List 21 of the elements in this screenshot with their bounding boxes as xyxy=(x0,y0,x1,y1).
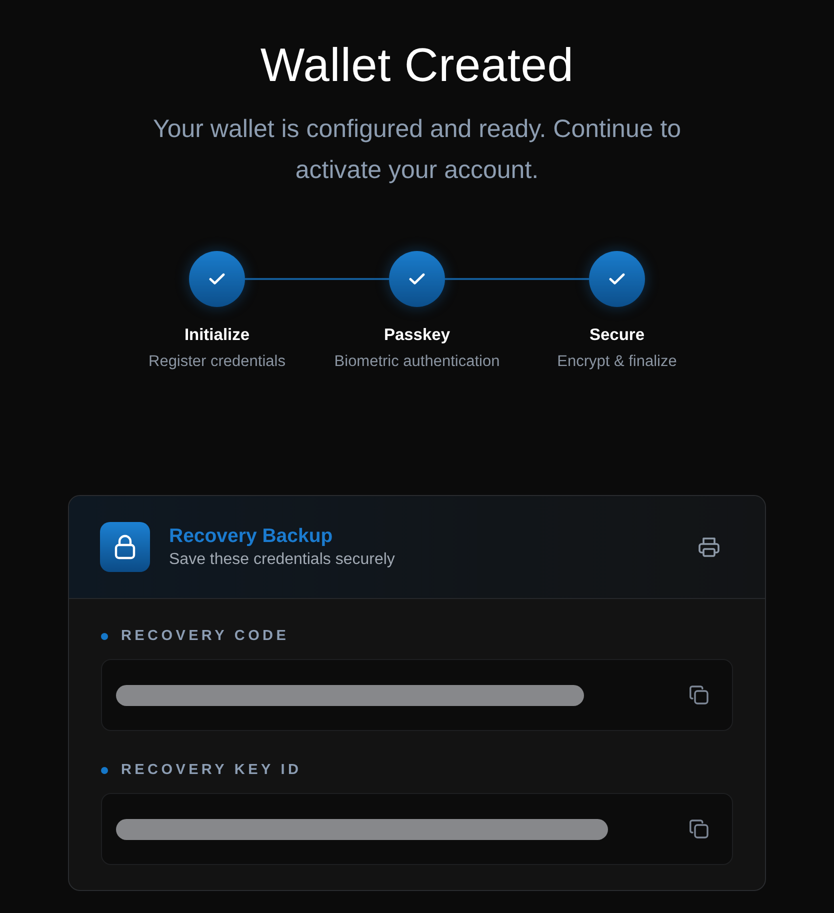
field-label: RECOVERY KEY ID xyxy=(121,762,302,778)
check-icon xyxy=(209,273,225,285)
step-description: Encrypt & finalize xyxy=(557,352,677,371)
step-description: Biometric authentication xyxy=(334,352,500,371)
step-label: Secure xyxy=(589,325,645,346)
page-title: Wallet Created xyxy=(260,38,574,92)
copy-icon xyxy=(688,684,710,706)
card-subtitle: Save these credentials securely xyxy=(169,550,396,570)
field-label: RECOVERY CODE xyxy=(121,628,290,644)
step-label: Passkey xyxy=(384,325,450,346)
card-title: Recovery Backup xyxy=(169,524,334,548)
printer-icon xyxy=(697,535,721,559)
page-subtitle: Your wallet is configured and ready. Continue to activate your account. xyxy=(152,114,682,186)
lock-icon xyxy=(100,522,150,572)
bullet-dot-icon xyxy=(101,766,108,774)
step-label: Initialize xyxy=(184,325,250,346)
step-description: Register credentials xyxy=(148,352,286,371)
copy-icon xyxy=(688,818,710,840)
check-icon xyxy=(609,273,625,285)
bullet-dot-icon xyxy=(101,632,108,640)
check-icon xyxy=(409,273,425,285)
